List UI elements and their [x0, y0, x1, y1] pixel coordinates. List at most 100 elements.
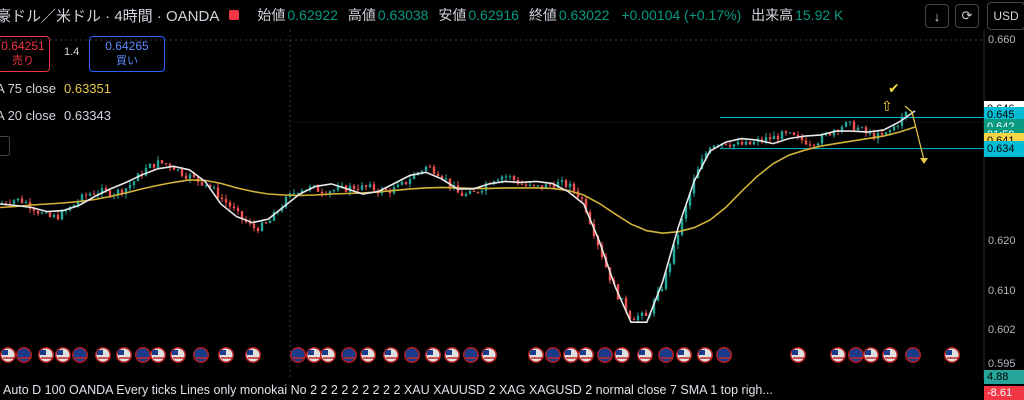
indicator-value: 0.63343	[64, 108, 111, 123]
screenshot-icon[interactable]: ⟳	[955, 4, 979, 28]
candle-body	[548, 184, 552, 186]
candle-body	[60, 211, 64, 220]
candle-body	[676, 235, 680, 245]
us-flag-icon	[306, 347, 322, 363]
candle-body	[360, 185, 364, 190]
au-flag-icon	[905, 347, 921, 363]
candle-body	[464, 193, 468, 196]
candle-body	[508, 176, 512, 178]
economic-event-flags[interactable]	[0, 347, 960, 363]
candle-body	[560, 180, 564, 183]
candle-body	[736, 142, 740, 145]
candle-body	[88, 193, 92, 196]
candle-body	[820, 135, 824, 144]
candle-body	[56, 214, 60, 220]
price-axis-label: 0.610	[988, 285, 1016, 298]
candle-body	[356, 188, 360, 190]
candle-body	[528, 184, 532, 186]
candle-body	[580, 197, 584, 200]
price-tag: -8.61	[984, 386, 1024, 400]
ohlc-values: 始値 0.62922 高値 0.63038 安値 0.62916 終値 0.63022 …	[251, 5, 843, 25]
us-flag-icon	[578, 347, 594, 363]
horizontal-levels	[720, 116, 984, 150]
candle-body	[252, 223, 256, 229]
candle-body	[496, 179, 500, 182]
us-flag-icon	[0, 347, 16, 363]
candle-body	[892, 126, 896, 131]
indicator-name: A 20 close	[0, 108, 56, 123]
chart-grid	[0, 30, 984, 380]
us-flag-icon	[790, 347, 806, 363]
candle-body	[24, 202, 28, 204]
price-tag: 0.634	[984, 141, 1024, 158]
candle-body	[228, 202, 232, 207]
candle-body	[268, 220, 272, 224]
candle-body	[536, 185, 540, 187]
candle-body	[780, 131, 784, 140]
us-flag-icon	[481, 347, 497, 363]
candle-body	[740, 142, 744, 145]
candle-body	[812, 144, 816, 146]
price-axis-label: 0.620	[988, 234, 1016, 247]
us-flag-icon	[383, 347, 399, 363]
candle-body	[364, 185, 368, 187]
candle-body	[504, 176, 508, 178]
candle-body	[336, 186, 340, 191]
candle-body	[480, 190, 484, 193]
au-flag-icon	[716, 347, 732, 363]
candle-body	[816, 143, 820, 146]
us-flag-icon	[528, 347, 544, 363]
buy-button[interactable]: 0.64265 買い	[89, 36, 165, 72]
moving-averages	[0, 110, 916, 323]
candle-body	[408, 179, 412, 184]
chevron-down-icon[interactable]: ↓	[925, 4, 949, 28]
au-flag-icon	[545, 347, 561, 363]
candle-body	[428, 166, 432, 168]
candle-body	[724, 143, 728, 145]
candle-body	[424, 166, 428, 171]
price-tag: 4.88	[984, 370, 1024, 384]
candle-body	[172, 167, 176, 170]
au-flag-icon	[463, 347, 479, 363]
candle-body	[644, 312, 648, 316]
symbol-title[interactable]: 豪ドル／米ドル · 4時間 · OANDA	[0, 5, 219, 26]
candle-body	[444, 178, 448, 180]
us-flag-icon	[55, 347, 71, 363]
indicator-ma75-legend[interactable]: A 75 close 0.63351	[0, 81, 111, 96]
candle-body	[160, 160, 164, 164]
us-flag-icon	[170, 347, 186, 363]
open-value: 0.62922	[287, 7, 338, 23]
high-label: 高値	[347, 7, 376, 23]
candle-body	[640, 312, 644, 316]
candle-body	[768, 137, 772, 140]
close-value: 0.63022	[558, 7, 610, 23]
us-flag-icon	[882, 347, 898, 363]
au-flag-icon	[404, 347, 420, 363]
price-axis-label: 0.602	[988, 324, 1016, 337]
currency-button[interactable]: USD	[987, 2, 1024, 30]
candle-body	[476, 191, 480, 193]
indicator-ma20-legend[interactable]: A 20 close 0.63343	[0, 108, 111, 123]
low-label: 安値	[438, 7, 467, 23]
candle-body	[148, 163, 152, 169]
us-flag-icon	[614, 347, 630, 363]
candle-body	[40, 212, 44, 214]
sell-button[interactable]: 0.64251 売り	[0, 36, 50, 72]
candle-body	[152, 163, 156, 168]
buy-price: 0.64265	[105, 39, 149, 53]
au-flag-icon	[72, 347, 88, 363]
collapse-legend-button[interactable]	[0, 136, 10, 156]
candle-body	[744, 141, 748, 145]
candle-body	[808, 144, 812, 146]
us-flag-icon	[218, 347, 234, 363]
candle-body	[16, 198, 20, 201]
candle-body	[764, 137, 768, 142]
candle-body	[216, 187, 220, 198]
candle-body	[368, 184, 372, 187]
au-flag-icon	[16, 347, 32, 363]
candle-body	[320, 191, 324, 194]
candle-body	[432, 166, 436, 174]
candle-body	[568, 183, 572, 188]
candle-body	[164, 163, 168, 165]
us-flag-icon	[863, 347, 879, 363]
